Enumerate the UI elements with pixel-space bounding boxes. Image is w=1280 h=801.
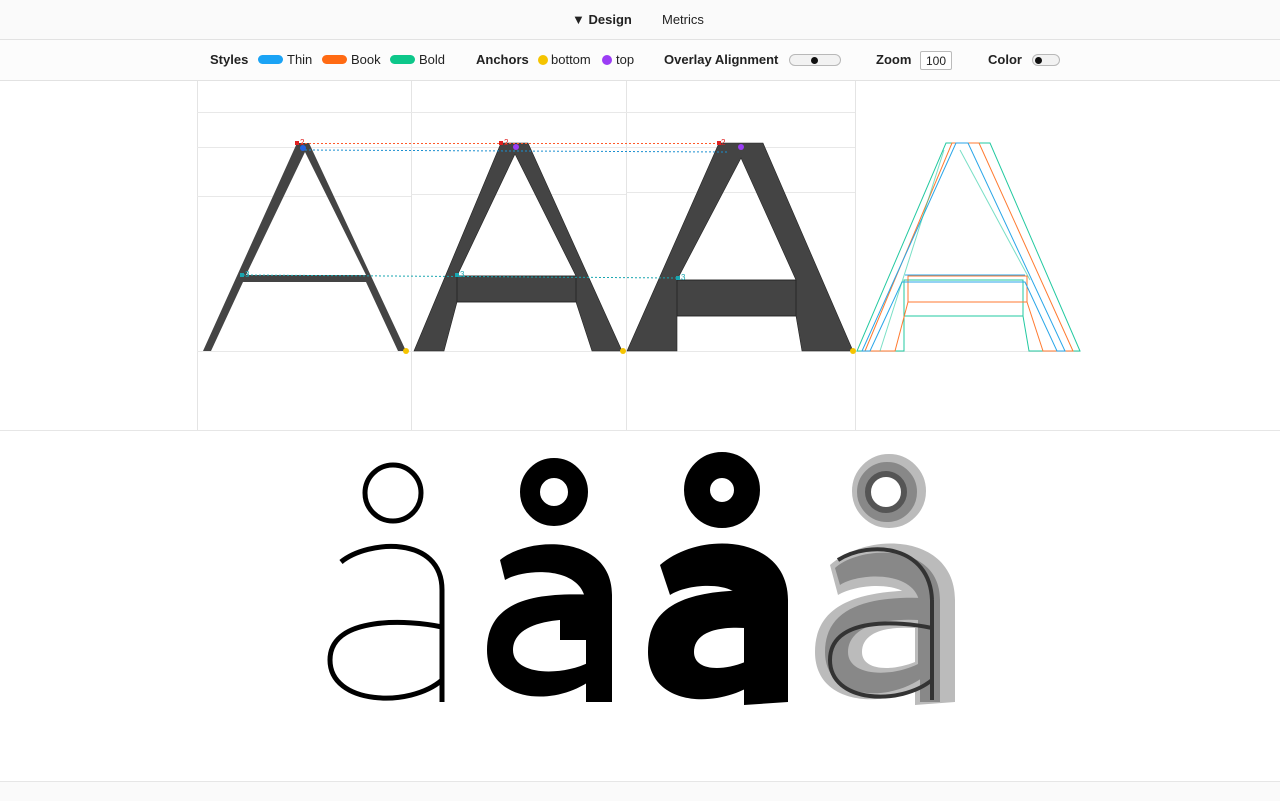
svg-text:3: 3: [681, 273, 686, 282]
glyph-thin-a[interactable]: [203, 143, 406, 351]
footer-bar: [0, 781, 1280, 801]
anchor-top-dot[interactable]: [602, 55, 612, 65]
svg-text:2: 2: [300, 138, 305, 147]
zoom-input[interactable]: [920, 51, 952, 70]
tab-metrics[interactable]: Metrics: [662, 12, 704, 27]
anchor-bottom-dot[interactable]: [538, 55, 548, 65]
preview-glyph-book: [487, 458, 612, 702]
top-bar: ▼ Design Metrics: [0, 0, 1280, 40]
overlay-alignment-view: [856, 142, 1081, 352]
overlay-alignment-toggle[interactable]: [789, 54, 841, 66]
zoom-label: Zoom: [876, 52, 912, 67]
toggle-knob: [1035, 57, 1042, 64]
glyph-bold-a[interactable]: [626, 142, 854, 352]
glyph-book-a[interactable]: [413, 142, 623, 352]
tab-design[interactable]: ▼ Design: [572, 12, 632, 27]
toggle-knob: [811, 57, 818, 64]
anchors-label: Anchors: [476, 52, 529, 67]
style-bold-swatch[interactable]: [390, 55, 415, 64]
glyph-editor-svg: 2 2 2 3 3 3: [197, 81, 1081, 430]
svg-text:3: 3: [460, 270, 465, 279]
styles-label: Styles: [210, 52, 249, 67]
style-book-swatch[interactable]: [322, 55, 347, 64]
style-thin-swatch[interactable]: [258, 55, 283, 64]
overlay-book-outline: [864, 142, 1074, 352]
preview-glyph-thin: [327, 462, 445, 702]
svg-text:2: 2: [504, 138, 509, 147]
glyph-preview: [0, 431, 1280, 781]
column-separators: [197, 81, 856, 430]
style-thin-label[interactable]: Thin: [287, 53, 312, 67]
glyph-editor-canvas[interactable]: 2 2 2 3 3 3: [0, 81, 1280, 431]
anchor-top-label[interactable]: top: [616, 53, 634, 67]
style-bold-label[interactable]: Bold: [419, 53, 445, 67]
preview-glyph-overlay: [815, 454, 955, 705]
svg-text:2: 2: [721, 138, 726, 147]
color-toggle[interactable]: [1032, 54, 1060, 66]
style-book-label[interactable]: Book: [351, 53, 381, 67]
svg-text:3: 3: [245, 270, 250, 279]
color-label: Color: [988, 52, 1022, 67]
preview-svg: [327, 452, 955, 705]
preview-glyph-bold: [648, 452, 788, 705]
anchor-bottom-label[interactable]: bottom: [551, 53, 591, 67]
toolbar: Styles Thin Book Bold Anchors bottom top…: [0, 40, 1280, 81]
overlay-alignment-label: Overlay Alignment: [664, 52, 779, 67]
